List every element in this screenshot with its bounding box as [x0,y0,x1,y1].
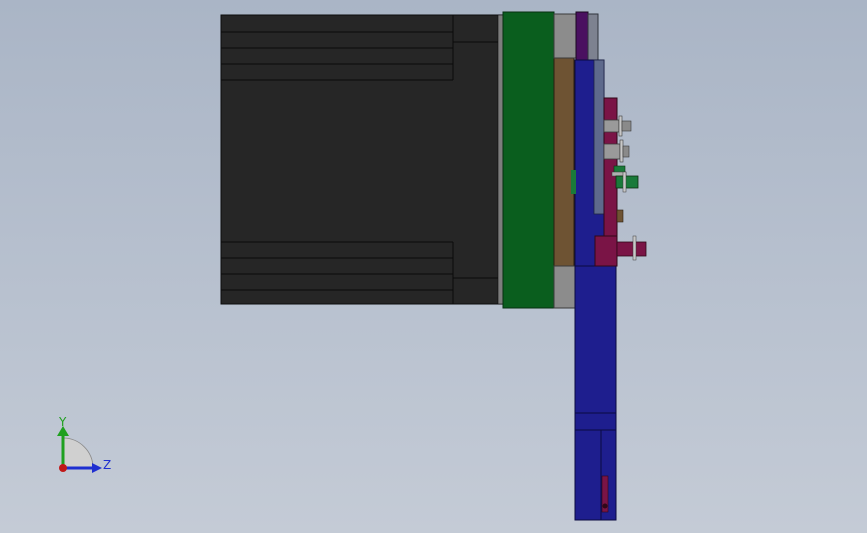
bearing-top [553,13,577,59]
brown-plate [553,57,575,267]
stepper-motor[interactable] [220,14,504,305]
screw-head [603,119,620,133]
motor-housing [220,14,504,305]
screw-tip [622,145,630,158]
bracket-lower [574,265,617,521]
lower-pin[interactable] [601,475,609,513]
screw-tip [621,120,632,132]
y-axis-label: Y [58,415,67,429]
purple-base [594,235,618,267]
clamp-gray [587,13,599,61]
green-fastener[interactable] [611,165,639,193]
fastener-nut [615,175,639,189]
screw-washer [618,115,623,137]
triad-quadrant [62,437,94,469]
model-view[interactable] [0,0,867,533]
pin-body [616,241,647,257]
green-plate [502,11,555,309]
top-clamp[interactable] [575,11,599,61]
origin-dot [59,464,67,472]
encoder-plate[interactable] [502,11,555,309]
cad-viewport[interactable]: Y Z [0,0,867,533]
screw-washer [619,139,624,163]
z-axis-label: Z [103,458,111,472]
z-axis-arrow [92,463,102,473]
purple-pin[interactable] [616,235,647,261]
fastener-ring [622,171,627,193]
lower-pin-hole [602,503,608,509]
bearing-bottom [553,265,577,309]
adapter-plate[interactable] [553,13,577,309]
pin-ring [632,235,637,261]
orientation-triad[interactable]: Y Z [48,412,118,482]
motor-flange-edge [497,14,504,305]
indicator-green [571,170,576,194]
screw-head [603,143,621,160]
brown-nub [616,209,624,223]
bracket-shaft-strip [593,59,605,215]
clamp-purple [575,11,589,61]
